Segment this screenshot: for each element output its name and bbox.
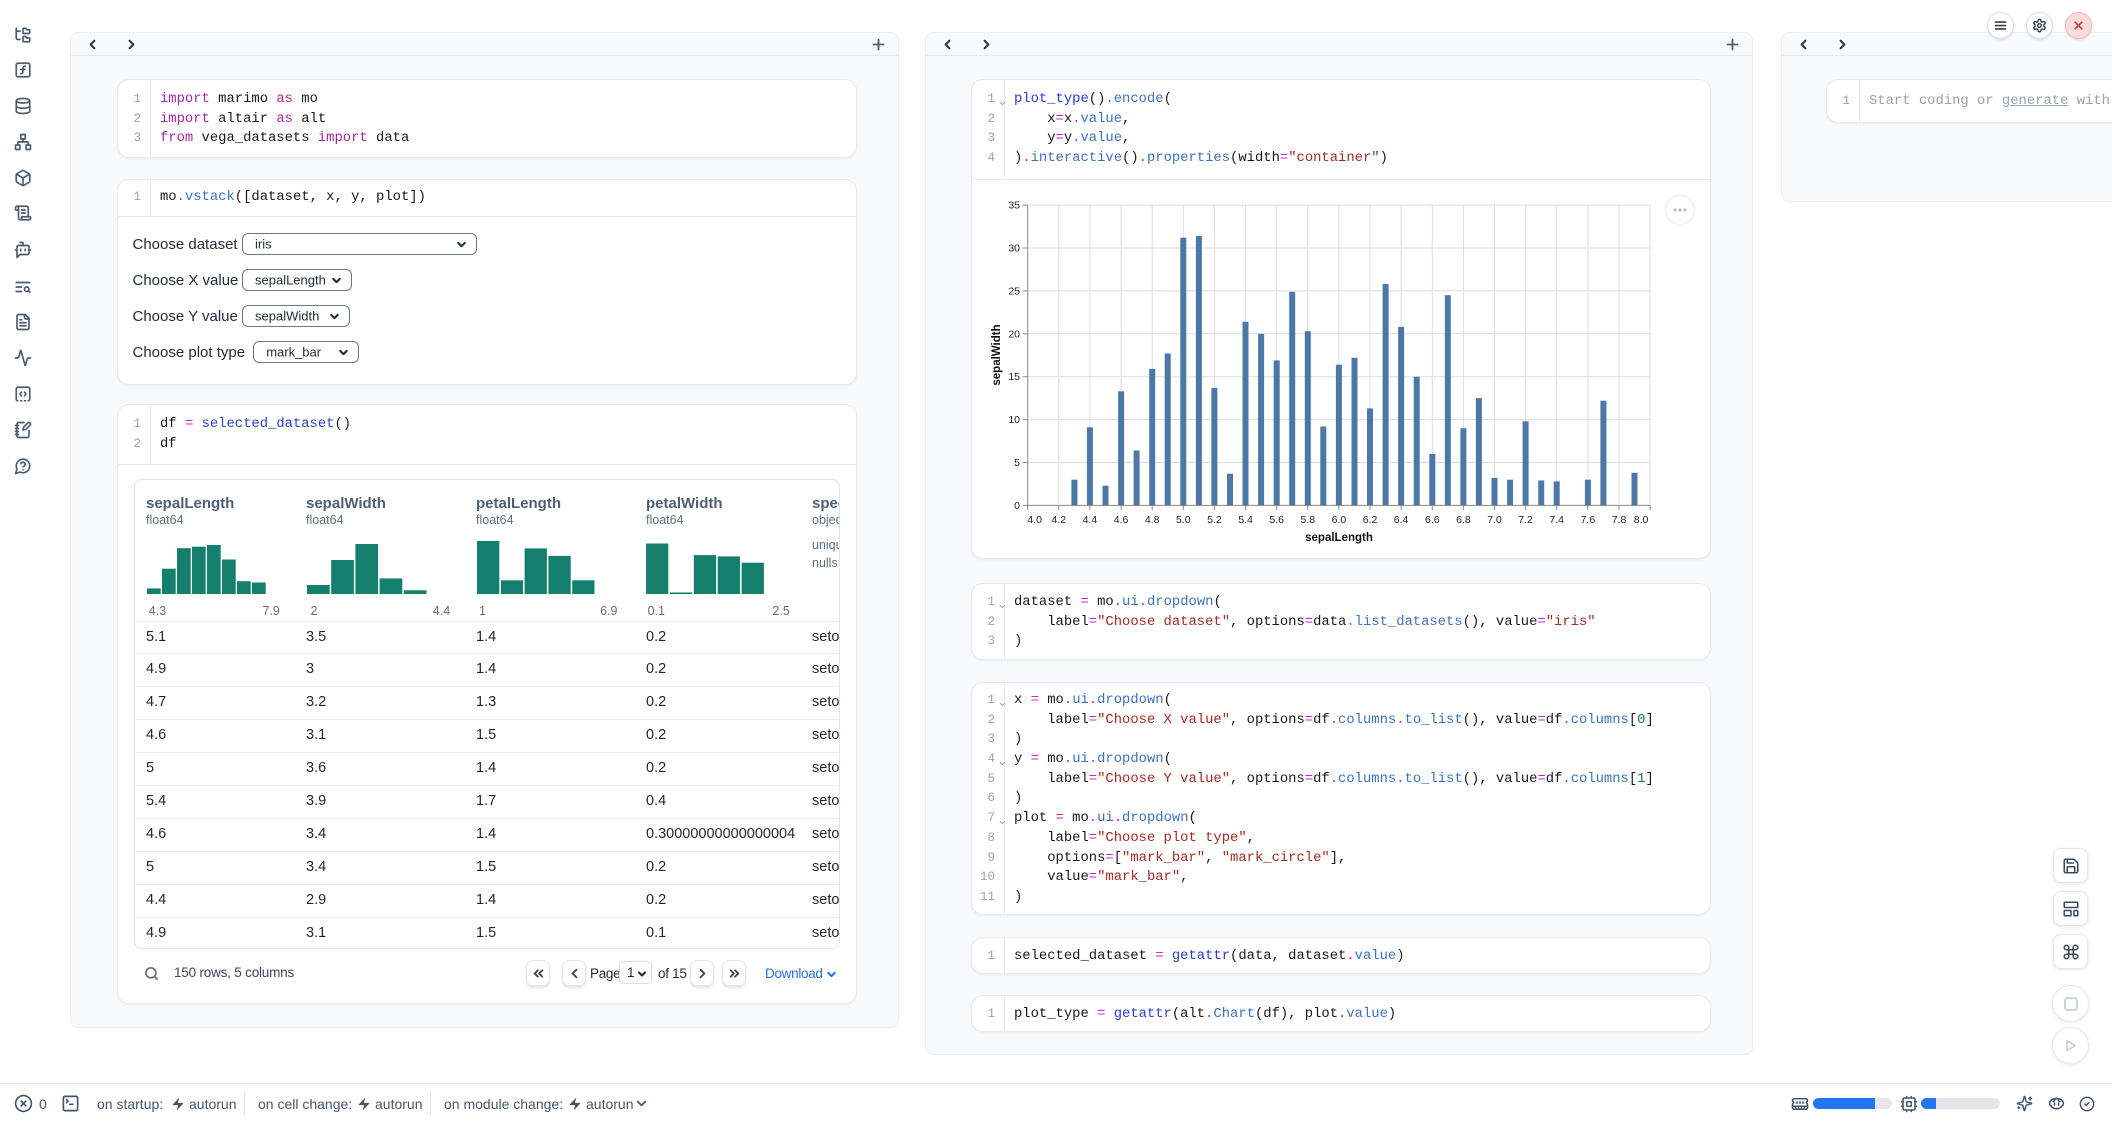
svg-text:5.6: 5.6 bbox=[1269, 514, 1284, 526]
svg-text:10: 10 bbox=[1008, 414, 1020, 426]
svg-text:30: 30 bbox=[1008, 243, 1020, 255]
svg-text:15: 15 bbox=[1008, 371, 1020, 383]
svg-text:sepalWidth: sepalWidth bbox=[991, 324, 1003, 385]
svg-text:7.6: 7.6 bbox=[1581, 514, 1596, 526]
svg-text:5: 5 bbox=[1014, 457, 1020, 469]
svg-text:6.4: 6.4 bbox=[1394, 514, 1409, 526]
svg-text:7.0: 7.0 bbox=[1487, 514, 1502, 526]
svg-text:7.8: 7.8 bbox=[1612, 514, 1627, 526]
svg-text:6.2: 6.2 bbox=[1363, 514, 1378, 526]
svg-text:0: 0 bbox=[1014, 500, 1020, 512]
svg-text:sepalLength: sepalLength bbox=[1305, 532, 1373, 544]
svg-text:5.8: 5.8 bbox=[1300, 514, 1315, 526]
svg-text:5.2: 5.2 bbox=[1207, 514, 1222, 526]
svg-text:5.0: 5.0 bbox=[1176, 514, 1191, 526]
svg-text:20: 20 bbox=[1008, 328, 1020, 340]
svg-text:6.6: 6.6 bbox=[1425, 514, 1440, 526]
svg-text:6.0: 6.0 bbox=[1332, 514, 1347, 526]
svg-text:4.8: 4.8 bbox=[1145, 514, 1160, 526]
svg-text:4.6: 4.6 bbox=[1114, 514, 1129, 526]
svg-text:5.4: 5.4 bbox=[1238, 514, 1253, 526]
svg-text:6.8: 6.8 bbox=[1456, 514, 1471, 526]
svg-text:7.2: 7.2 bbox=[1518, 514, 1533, 526]
svg-text:4.2: 4.2 bbox=[1051, 514, 1066, 526]
svg-text:35: 35 bbox=[1008, 200, 1020, 212]
svg-text:8.0: 8.0 bbox=[1634, 514, 1649, 526]
svg-text:4.0: 4.0 bbox=[1027, 514, 1042, 526]
svg-text:4.4: 4.4 bbox=[1083, 514, 1098, 526]
svg-text:7.4: 7.4 bbox=[1549, 514, 1564, 526]
svg-text:25: 25 bbox=[1008, 285, 1020, 297]
